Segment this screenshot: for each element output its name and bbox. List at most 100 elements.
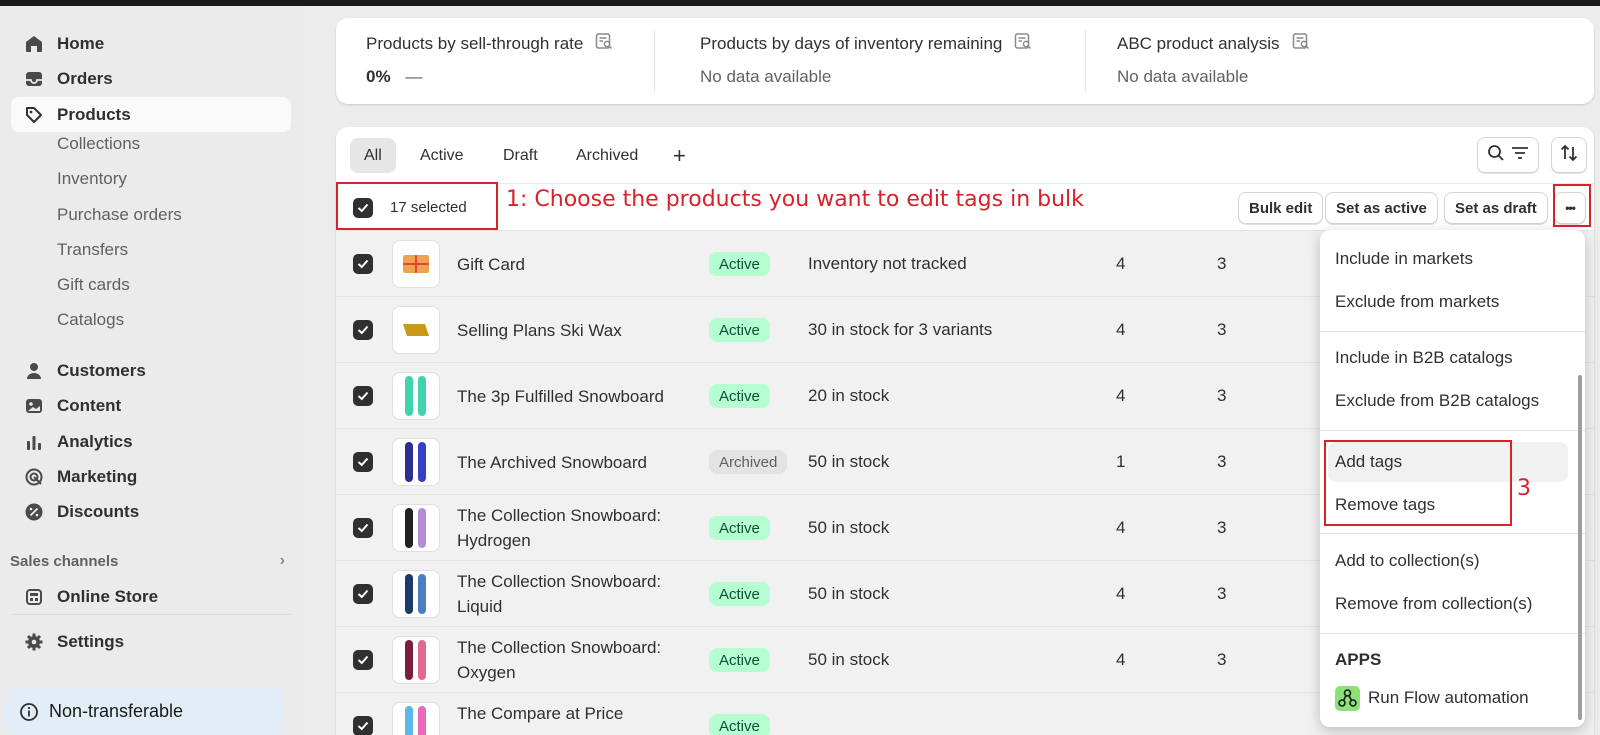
menu-run-flow-label: Run Flow automation xyxy=(1368,688,1529,707)
product-name[interactable]: The 3p Fulfilled Snowboard xyxy=(457,363,697,429)
status-badge: Active xyxy=(709,516,770,540)
bulk-edit-button[interactable]: Bulk edit xyxy=(1238,192,1324,224)
inventory-text: 50 in stock xyxy=(808,650,890,669)
sales-channels-label: Sales channels xyxy=(10,552,119,570)
sales-channels-count: 4 xyxy=(1116,584,1126,603)
menu-divider xyxy=(1320,633,1585,634)
chevron-right-icon: › xyxy=(279,552,285,569)
menu-exclude-b2b[interactable]: Exclude from B2B catalogs xyxy=(1335,386,1539,416)
row-checkbox[interactable] xyxy=(353,452,373,472)
sales-channels-count: 1 xyxy=(1116,452,1126,471)
menu-include-b2b[interactable]: Include in B2B catalogs xyxy=(1335,343,1513,373)
product-name[interactable]: The Compare at Price xyxy=(457,693,697,735)
markets-count: 3 xyxy=(1217,386,1227,405)
nav-customers[interactable]: Customers xyxy=(11,353,291,388)
nav-orders[interactable]: Orders xyxy=(11,61,291,96)
sales-channels-section[interactable]: Sales channels › xyxy=(10,552,285,570)
status-badge: Active xyxy=(709,384,770,408)
report-icon xyxy=(595,32,613,55)
set-active-button[interactable]: Set as active xyxy=(1325,192,1438,224)
menu-scrollbar[interactable] xyxy=(1578,375,1582,720)
product-thumbnail xyxy=(392,372,440,420)
non-transferable-banner[interactable]: Non-transferable xyxy=(5,688,284,735)
target-icon xyxy=(23,466,45,488)
bar-chart-icon xyxy=(23,431,45,453)
menu-apps-heading: APPS xyxy=(1335,650,1382,669)
stat-abc-analysis[interactable]: ABC product analysis No data available xyxy=(1117,32,1310,87)
stat-sell-through[interactable]: Products by sell-through rate 0% — xyxy=(366,32,613,87)
status-badge: Active xyxy=(709,318,770,342)
tab-active[interactable]: Active xyxy=(406,138,478,173)
product-name[interactable]: Gift Card xyxy=(457,231,697,297)
product-thumbnail xyxy=(392,306,440,354)
inventory-text: 50 in stock xyxy=(808,584,890,603)
menu-divider xyxy=(1320,430,1585,431)
menu-exclude-markets[interactable]: Exclude from markets xyxy=(1335,287,1499,317)
stat-sell-through-title: Products by sell-through rate xyxy=(366,33,584,53)
nav-orders-label: Orders xyxy=(57,68,113,88)
nav-marketing[interactable]: Marketing xyxy=(11,459,291,494)
menu-divider xyxy=(1320,533,1585,534)
nav-home[interactable]: Home xyxy=(11,26,291,61)
non-transferable-label: Non-transferable xyxy=(49,701,184,721)
product-name[interactable]: The Collection Snowboard: Oxygen xyxy=(457,627,697,693)
stat-sell-through-value: 0% xyxy=(366,67,391,86)
tab-draft[interactable]: Draft xyxy=(489,138,552,173)
nav-transfers[interactable]: Transfers xyxy=(57,235,128,265)
search-filter-button[interactable] xyxy=(1477,137,1539,173)
tab-all[interactable]: All xyxy=(350,138,396,173)
nav-catalogs[interactable]: Catalogs xyxy=(57,305,124,335)
row-checkbox[interactable] xyxy=(353,518,373,538)
menu-run-flow[interactable]: Run Flow automation xyxy=(1335,683,1529,713)
markets-count: 3 xyxy=(1217,452,1227,471)
status-badge: Archived xyxy=(709,450,788,474)
analytics-summary-card: Products by sell-through rate 0% — Produ… xyxy=(336,18,1594,104)
sales-channels-count: 4 xyxy=(1116,518,1126,537)
row-checkbox[interactable] xyxy=(353,650,373,670)
discount-icon xyxy=(23,501,45,523)
product-name[interactable]: The Archived Snowboard xyxy=(457,429,697,495)
store-icon xyxy=(23,586,45,608)
menu-add-collection[interactable]: Add to collection(s) xyxy=(1335,546,1480,576)
product-name[interactable]: The Collection Snowboard: Hydrogen xyxy=(457,495,697,561)
stat-days-inventory-value: No data available xyxy=(700,67,832,86)
set-draft-button[interactable]: Set as draft xyxy=(1444,192,1548,224)
flow-app-icon xyxy=(1335,685,1360,711)
nav-inventory[interactable]: Inventory xyxy=(57,164,127,194)
inventory-text: 50 in stock xyxy=(808,518,890,537)
nav-analytics[interactable]: Analytics xyxy=(11,424,291,459)
markets-count: 3 xyxy=(1217,320,1227,339)
status-badge: Active xyxy=(709,252,770,276)
nav-settings[interactable]: Settings xyxy=(11,624,291,659)
nav-products[interactable]: Products xyxy=(11,97,291,132)
tab-archived[interactable]: Archived xyxy=(562,138,652,173)
nav-gift-cards[interactable]: Gift cards xyxy=(57,270,130,300)
nav-content[interactable]: Content xyxy=(11,388,291,423)
home-icon xyxy=(23,33,45,55)
status-badge: Active xyxy=(709,648,770,672)
nav-content-label: Content xyxy=(57,395,122,415)
menu-remove-collection[interactable]: Remove from collection(s) xyxy=(1335,589,1532,619)
product-name[interactable]: The Collection Snowboard: Liquid xyxy=(457,561,697,627)
row-checkbox[interactable] xyxy=(353,584,373,604)
stat-days-inventory[interactable]: Products by days of inventory remaining … xyxy=(700,32,1032,87)
menu-include-markets[interactable]: Include in markets xyxy=(1335,244,1473,274)
add-view-button[interactable]: + xyxy=(659,138,700,173)
product-name[interactable]: Selling Plans Ski Wax xyxy=(457,297,697,363)
stat-abc-title: ABC product analysis xyxy=(1117,33,1280,53)
row-checkbox[interactable] xyxy=(353,320,373,340)
product-thumbnail xyxy=(392,702,440,735)
product-thumbnail xyxy=(392,240,440,288)
nav-purchase-orders[interactable]: Purchase orders xyxy=(57,200,182,230)
product-thumbnail xyxy=(392,504,440,552)
row-checkbox[interactable] xyxy=(353,254,373,274)
row-checkbox[interactable] xyxy=(353,716,373,735)
nav-online-store-label: Online Store xyxy=(57,586,159,606)
sort-button[interactable] xyxy=(1551,137,1587,173)
nav-discounts[interactable]: Discounts xyxy=(11,494,291,529)
stat-divider xyxy=(1085,30,1086,92)
gear-icon xyxy=(23,631,45,653)
row-checkbox[interactable] xyxy=(353,386,373,406)
nav-online-store[interactable]: Online Store xyxy=(11,579,291,614)
nav-collections[interactable]: Collections xyxy=(57,129,140,159)
